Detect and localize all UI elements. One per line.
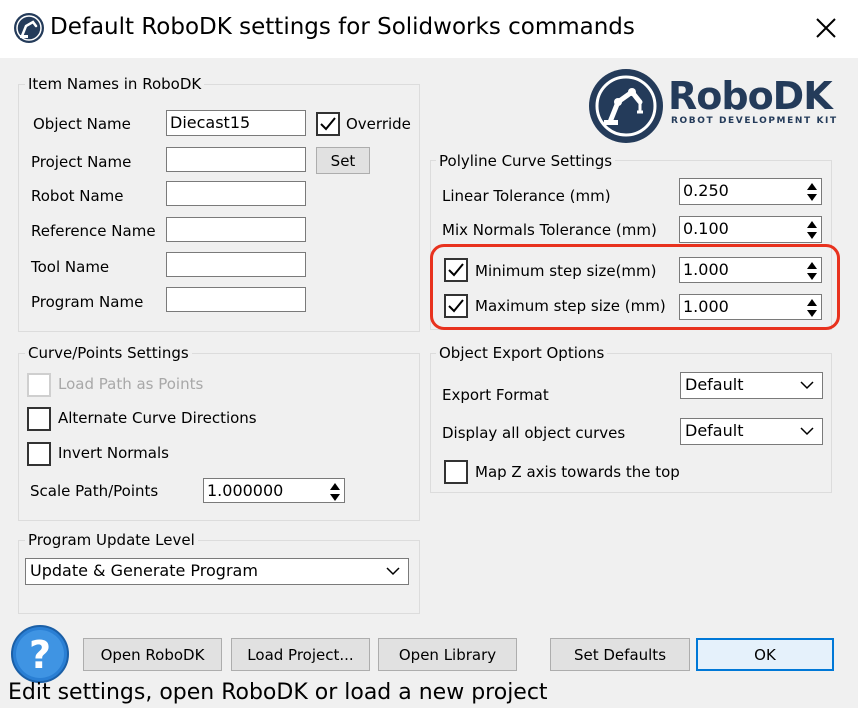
- spin-arrows[interactable]: [805, 181, 819, 203]
- spin-down-icon[interactable]: [805, 230, 819, 241]
- object-name-label: Object Name: [33, 115, 131, 133]
- load-path-checkbox[interactable]: [27, 373, 51, 397]
- robot-name-input[interactable]: [166, 181, 306, 206]
- scale-path-value: 1.000000: [207, 481, 284, 500]
- step-size-highlight: [430, 244, 840, 330]
- spin-arrows[interactable]: [805, 219, 819, 241]
- reference-name-label: Reference Name: [31, 222, 156, 240]
- tool-name-label: Tool Name: [31, 258, 110, 276]
- robodk-icon: [14, 13, 44, 43]
- display-curves-label: Display all object curves: [442, 424, 626, 442]
- checkmark-icon: [320, 117, 336, 131]
- mix-normals-spinbox[interactable]: 0.100: [679, 216, 822, 243]
- logo-tagline: ROBOT DEVELOPMENT KIT: [671, 116, 838, 126]
- load-project-button[interactable]: Load Project...: [231, 638, 370, 671]
- project-name-label: Project Name: [31, 153, 132, 171]
- chevron-down-icon: [800, 381, 814, 390]
- svg-text:?: ?: [29, 633, 51, 677]
- spin-up-icon[interactable]: [328, 481, 342, 492]
- status-text: Edit settings, open RoboDK or load a new…: [8, 680, 548, 705]
- open-robodk-button[interactable]: Open RoboDK: [83, 638, 222, 671]
- program-name-label: Program Name: [31, 293, 144, 311]
- mix-normals-value: 0.100: [683, 219, 729, 238]
- robodk-logo-icon: [589, 69, 663, 143]
- spin-down-icon[interactable]: [805, 192, 819, 203]
- chevron-down-icon: [800, 427, 814, 436]
- display-curves-select[interactable]: Default: [680, 418, 823, 445]
- set-defaults-button[interactable]: Set Defaults: [550, 638, 690, 671]
- map-z-label: Map Z axis towards the top: [475, 463, 680, 481]
- spin-down-icon[interactable]: [328, 492, 342, 502]
- linear-tolerance-label: Linear Tolerance (mm): [442, 187, 611, 205]
- spin-arrows[interactable]: [328, 481, 342, 502]
- program-update-select[interactable]: Update & Generate Program: [25, 558, 409, 585]
- override-checkbox[interactable]: [316, 112, 340, 136]
- export-format-label: Export Format: [442, 386, 549, 404]
- object-name-input[interactable]: Diecast15: [166, 110, 306, 136]
- display-curves-value: Default: [685, 421, 744, 440]
- logo-wordmark: RoboDK: [668, 74, 833, 118]
- object-export-title: Object Export Options: [436, 344, 608, 362]
- invert-normals-checkbox[interactable]: [27, 442, 51, 466]
- export-format-value: Default: [685, 375, 744, 394]
- chevron-down-icon: [386, 567, 400, 576]
- program-name-input[interactable]: [166, 287, 306, 312]
- robot-name-label: Robot Name: [31, 187, 124, 205]
- scale-path-label: Scale Path/Points: [30, 482, 159, 500]
- load-path-label: Load Path as Points: [58, 375, 204, 393]
- mix-normals-label: Mix Normals Tolerance (mm): [442, 221, 657, 239]
- map-z-checkbox[interactable]: [444, 460, 468, 484]
- linear-tolerance-spinbox[interactable]: 0.250: [679, 178, 822, 205]
- program-update-value: Update & Generate Program: [30, 561, 258, 580]
- reference-name-input[interactable]: [166, 217, 306, 242]
- override-label: Override: [346, 115, 411, 133]
- open-library-button[interactable]: Open Library: [378, 638, 517, 671]
- linear-tolerance-value: 0.250: [683, 181, 729, 200]
- scale-path-spinbox[interactable]: 1.000000: [203, 478, 345, 503]
- alternate-directions-label: Alternate Curve Directions: [58, 409, 257, 427]
- spin-up-icon[interactable]: [805, 181, 819, 192]
- item-names-title: Item Names in RoboDK: [25, 75, 205, 93]
- tool-name-input[interactable]: [166, 252, 306, 277]
- program-update-title: Program Update Level: [25, 531, 198, 549]
- polyline-title: Polyline Curve Settings: [436, 152, 616, 170]
- project-name-input[interactable]: [166, 147, 306, 172]
- export-format-select[interactable]: Default: [680, 372, 823, 399]
- set-button[interactable]: Set: [316, 147, 370, 174]
- close-icon[interactable]: [812, 12, 840, 44]
- alternate-directions-checkbox[interactable]: [27, 407, 51, 431]
- spin-up-icon[interactable]: [805, 219, 819, 230]
- help-icon[interactable]: ?: [10, 624, 70, 684]
- window-title: Default RoboDK settings for Solidworks c…: [50, 14, 635, 40]
- invert-normals-label: Invert Normals: [58, 444, 169, 462]
- ok-button[interactable]: OK: [696, 638, 834, 671]
- curve-points-title: Curve/Points Settings: [25, 344, 192, 362]
